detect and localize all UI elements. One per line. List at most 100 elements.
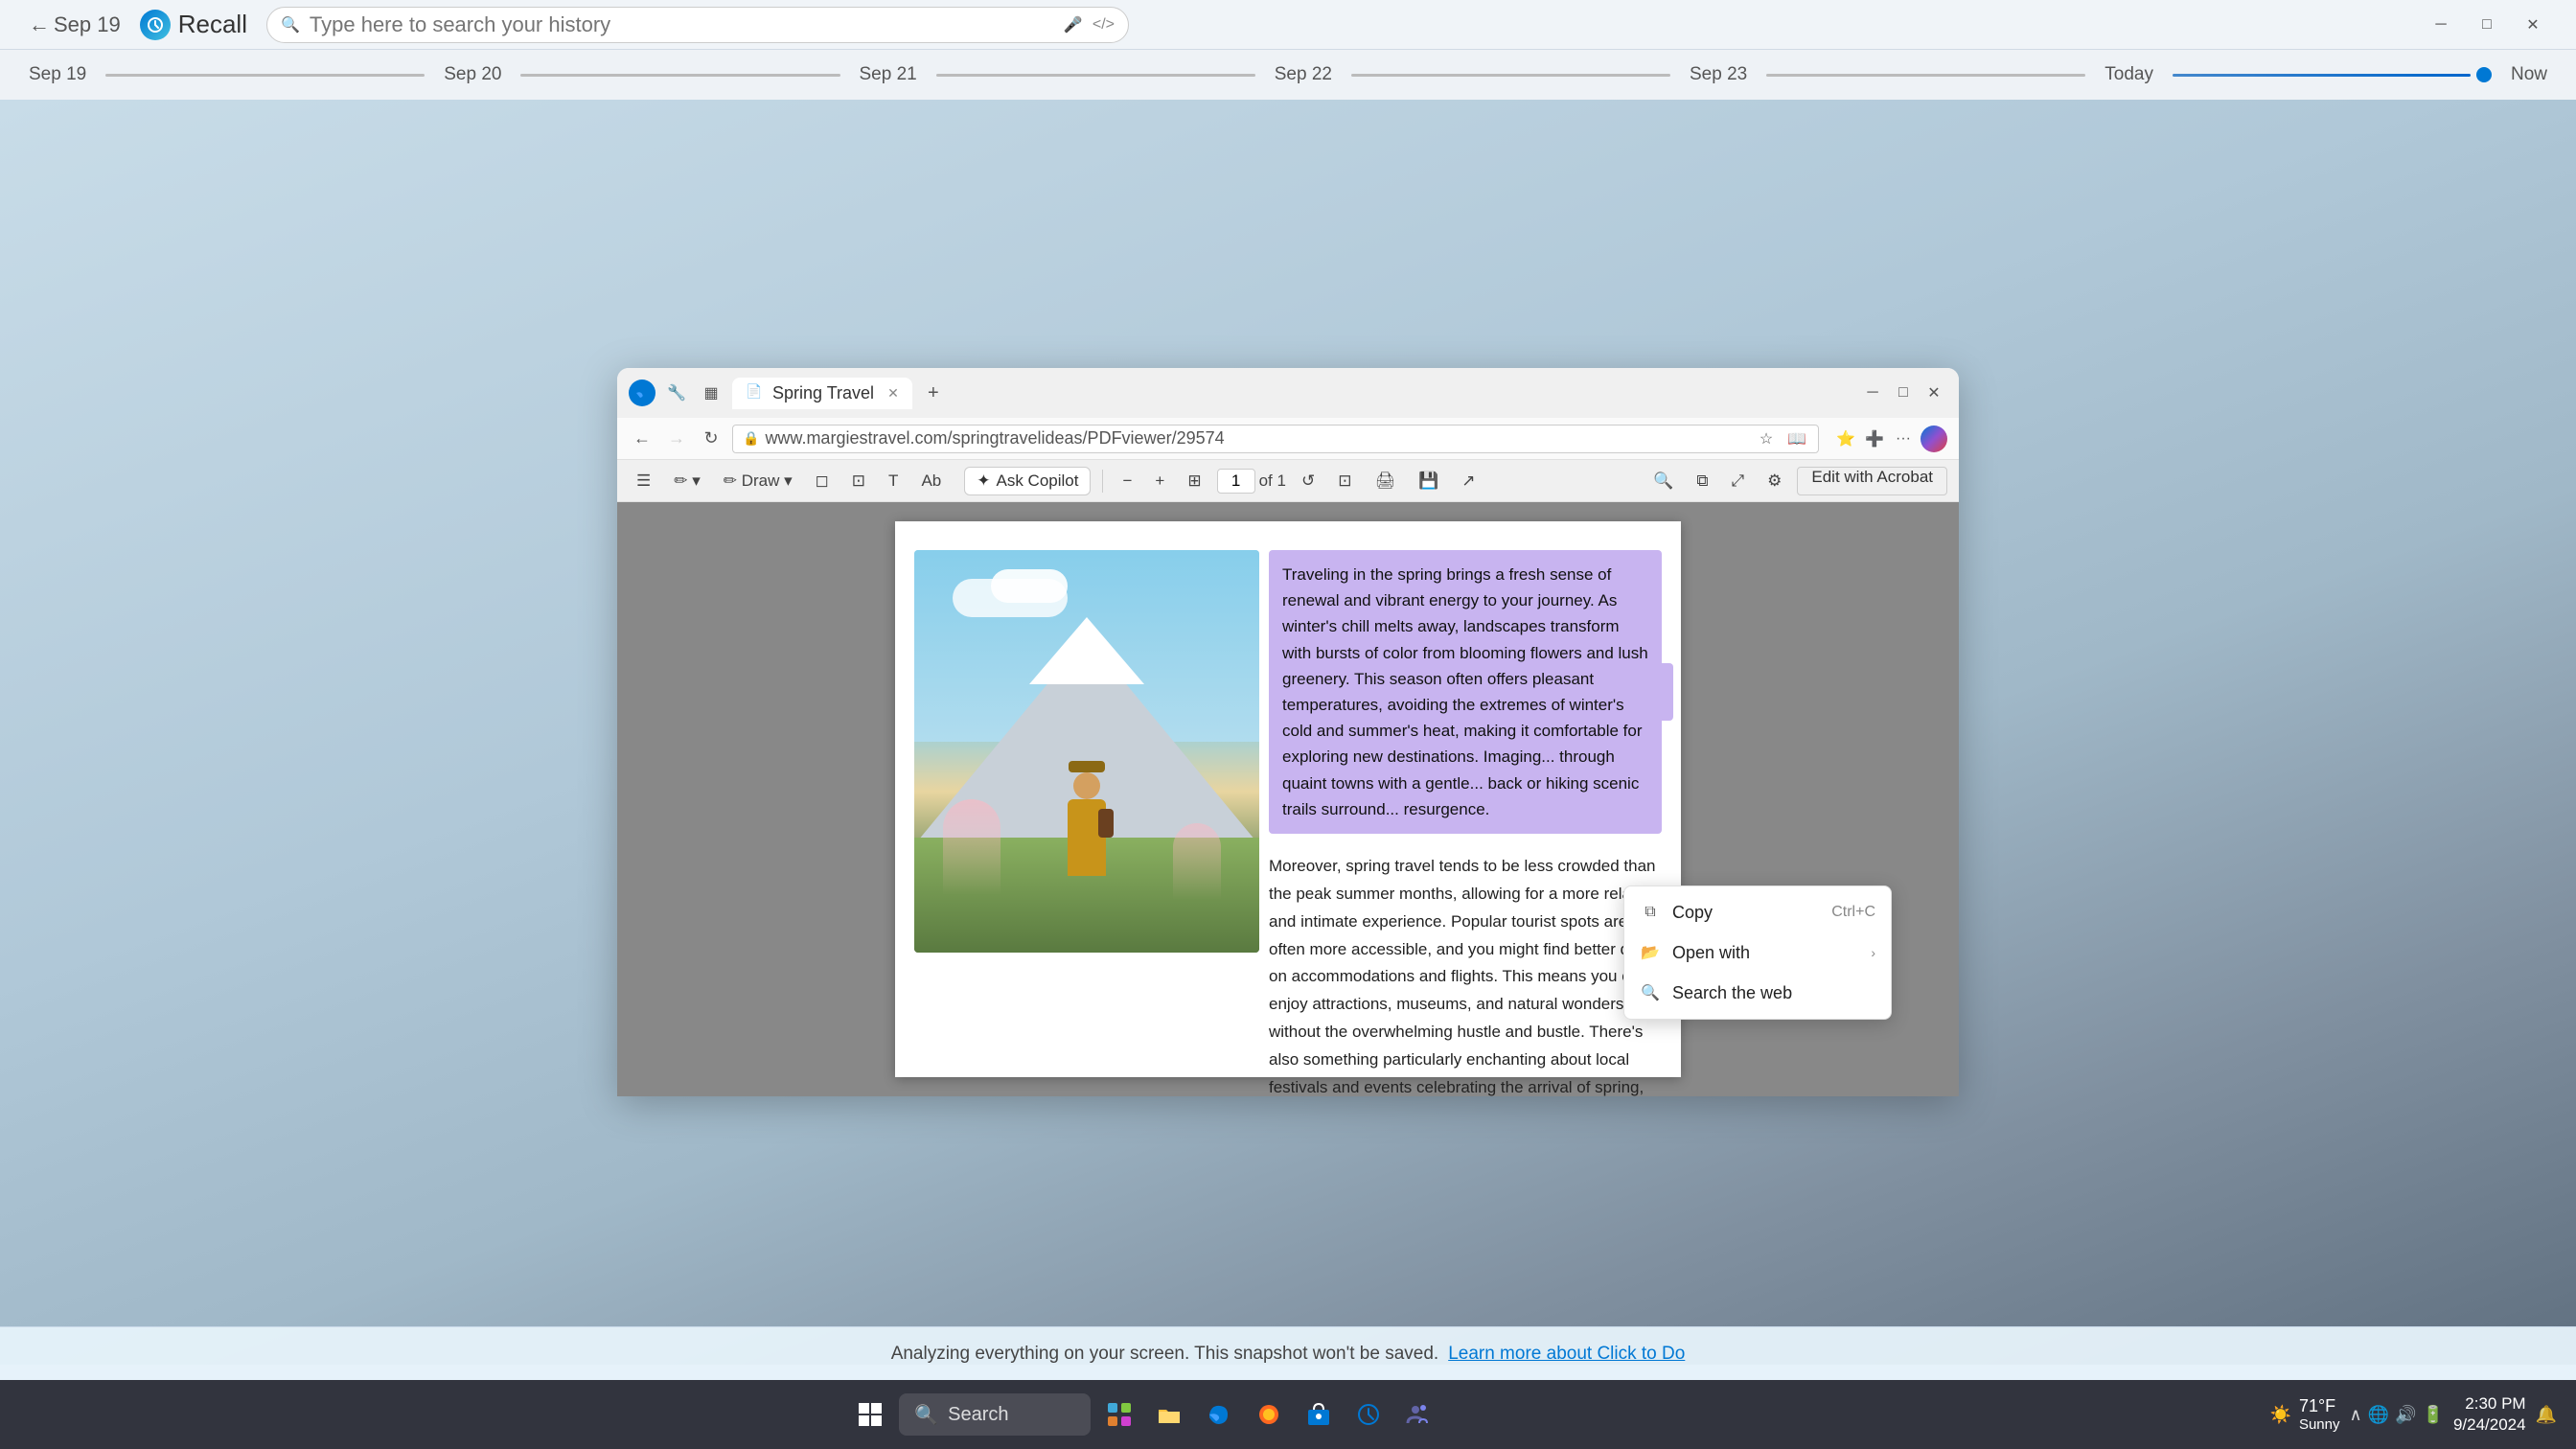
timeline-section-sep21-22 xyxy=(936,74,1255,77)
draw-button[interactable]: ✏ Draw ▾ xyxy=(716,468,800,494)
browser-addressbar: ← → ↻ 🔒 www.margiestravel.com/springtrav… xyxy=(617,418,1959,460)
taskbar-edge[interactable] xyxy=(1198,1393,1240,1436)
copilot-button[interactable]: ✦ Ask Copilot xyxy=(964,467,1091,495)
context-search-web[interactable]: 🔍 Search the web xyxy=(1624,973,1891,1013)
tab-close-button[interactable]: ✕ xyxy=(887,385,899,402)
browser-window-controls: ─ □ ✕ xyxy=(1859,380,1947,406)
weather-temp: 71°F xyxy=(2299,1396,2340,1416)
taskbar-search-label: Search xyxy=(948,1404,1008,1426)
code-icon[interactable]: </> xyxy=(1092,16,1115,34)
notification-icon[interactable]: 🔔 xyxy=(2536,1405,2557,1425)
browser-close[interactable]: ✕ xyxy=(1920,380,1947,406)
browser-tab[interactable]: 📄 Spring Travel ✕ xyxy=(732,378,912,409)
back-button[interactable]: ← Sep 19 xyxy=(29,12,121,37)
time-display: 2:30 PM xyxy=(2453,1393,2526,1414)
share-button[interactable]: ↗ xyxy=(1454,468,1483,494)
learn-more-link[interactable]: Learn more about Click to Do xyxy=(1448,1344,1685,1365)
cursor-button[interactable]: ⊡ xyxy=(1330,468,1359,494)
timeline-bar-4 xyxy=(1351,74,1670,77)
browser-minimize[interactable]: ─ xyxy=(1859,380,1886,406)
network-icon[interactable]: 🌐 xyxy=(2368,1405,2389,1425)
taskbar-teams[interactable] xyxy=(1397,1393,1439,1436)
address-box[interactable]: 🔒 www.margiestravel.com/springtravelidea… xyxy=(732,425,1819,453)
page-number-input[interactable] xyxy=(1217,469,1255,494)
mic-icon[interactable]: 🎤 xyxy=(1064,15,1083,34)
copy-icon: ⧉ xyxy=(1640,902,1661,923)
more-tools-button[interactable]: ⚙ xyxy=(1760,468,1789,494)
timeline-sep19[interactable]: Sep 19 xyxy=(29,64,86,85)
taskbar: 🔍 Search xyxy=(0,1380,2576,1449)
timeline-sep23[interactable]: Sep 23 xyxy=(1690,64,1747,85)
read-mode-icon[interactable]: 📖 xyxy=(1785,427,1808,450)
maximize-button[interactable]: □ xyxy=(2472,11,2501,39)
print-button[interactable]: 🖨 xyxy=(1367,468,1403,494)
nav-refresh-button[interactable]: ↻ xyxy=(698,426,724,452)
favorites-icon[interactable]: ⭐ xyxy=(1834,427,1857,450)
context-copy[interactable]: ⧉ Copy Ctrl+C xyxy=(1624,892,1891,932)
battery-icon[interactable]: 🔋 xyxy=(2423,1405,2444,1425)
extensions-icon[interactable]: 🔧 xyxy=(663,380,690,406)
search-input[interactable] xyxy=(310,12,1054,37)
nav-back-button[interactable]: ← xyxy=(629,426,656,452)
zoom-in-button[interactable]: + xyxy=(1147,468,1172,494)
rotate-button[interactable]: ↺ xyxy=(1294,468,1322,494)
expand-button[interactable]: ⤢ xyxy=(1724,468,1753,494)
search-bar[interactable]: 🔍 🎤 </> xyxy=(266,7,1129,43)
timeline-sep21[interactable]: Sep 21 xyxy=(860,64,917,85)
timeline-bar-1 xyxy=(105,74,425,77)
timeline-sep22[interactable]: Sep 22 xyxy=(1275,64,1332,85)
timeline-section-today-now xyxy=(2173,67,2492,82)
text-button[interactable]: T xyxy=(881,468,906,494)
taskbar-search-button[interactable]: 🔍 Search xyxy=(899,1393,1091,1436)
timeline-today[interactable]: Today xyxy=(2104,64,2153,85)
more-icon[interactable]: ··· xyxy=(1892,427,1915,450)
context-menu: ⧉ Copy Ctrl+C 📂 Open with › 🔍 Search the… xyxy=(1623,886,1892,1020)
windows-start-button[interactable] xyxy=(849,1393,891,1436)
save-button[interactable]: 💾 xyxy=(1411,468,1446,494)
new-tab-button[interactable]: + xyxy=(920,380,947,406)
dict-button[interactable]: Ab xyxy=(913,468,949,494)
close-button[interactable]: ✕ xyxy=(2518,11,2547,39)
clock[interactable]: 2:30 PM 9/24/2024 xyxy=(2453,1393,2526,1436)
highlight-handle xyxy=(1662,663,1673,721)
find-button[interactable]: 🔍 xyxy=(1645,468,1681,494)
context-open-with[interactable]: 📂 Open with › xyxy=(1624,932,1891,973)
bookmark-icon[interactable]: ☆ xyxy=(1755,427,1778,450)
annotation-button[interactable]: ✏ ▾ xyxy=(666,468,708,494)
minimize-button[interactable]: ─ xyxy=(2426,11,2455,39)
taskbar-widgets[interactable] xyxy=(1098,1393,1140,1436)
timeline-bar-3 xyxy=(936,74,1255,77)
copy-button[interactable]: ⧉ xyxy=(1689,468,1715,494)
pdf-content: Traveling in the spring brings a fresh s… xyxy=(617,502,1959,1096)
zoom-out-button[interactable]: − xyxy=(1115,468,1139,494)
pdf-toolbar-right: 🔍 ⧉ ⤢ ⚙ Edit with Acrobat xyxy=(1645,467,1947,495)
taskbar-ms-store[interactable] xyxy=(1298,1393,1340,1436)
toc-button[interactable]: ☰ xyxy=(629,468,658,494)
highlighted-text-block[interactable]: Traveling in the spring brings a fresh s… xyxy=(1269,550,1662,834)
browser-maximize[interactable]: □ xyxy=(1890,380,1917,406)
taskbar-file-explorer[interactable] xyxy=(1148,1393,1190,1436)
timeline-back-label: Sep 19 xyxy=(54,12,121,37)
taskbar-search-icon: 🔍 xyxy=(914,1403,938,1427)
toolbar-separator xyxy=(1102,470,1103,493)
pdf-image xyxy=(914,550,1259,953)
timeline-sep20[interactable]: Sep 20 xyxy=(444,64,501,85)
browser-titlebar: 🔧 ▦ 📄 Spring Travel ✕ + ─ □ ✕ xyxy=(617,368,1959,418)
weather-condition: Sunny xyxy=(2299,1416,2340,1433)
reading-mode-button[interactable]: ⊡ xyxy=(844,468,873,494)
sidebar-icon[interactable]: ▦ xyxy=(698,380,724,406)
nav-forward-button[interactable]: → xyxy=(663,426,690,452)
eraser-button[interactable]: ◻ xyxy=(808,468,837,494)
timeline-now[interactable]: Now xyxy=(2511,64,2547,85)
notification-text: Analyzing everything on your screen. Thi… xyxy=(891,1344,1439,1365)
volume-icon[interactable]: 🔊 xyxy=(2395,1405,2416,1425)
collection-icon[interactable]: ➕ xyxy=(1863,427,1886,450)
copilot-label: Ask Copilot xyxy=(996,472,1078,491)
edit-acrobat-button[interactable]: Edit with Acrobat xyxy=(1797,467,1947,495)
fit-page-button[interactable]: ⊞ xyxy=(1180,468,1208,494)
pdf-body-text: Moreover, spring travel tends to be less… xyxy=(1269,853,1662,1096)
chevron-up-icon[interactable]: ∧ xyxy=(2349,1405,2361,1425)
taskbar-firefox[interactable] xyxy=(1248,1393,1290,1436)
weather-info: 71°F Sunny xyxy=(2299,1396,2340,1433)
taskbar-recall[interactable] xyxy=(1347,1393,1390,1436)
